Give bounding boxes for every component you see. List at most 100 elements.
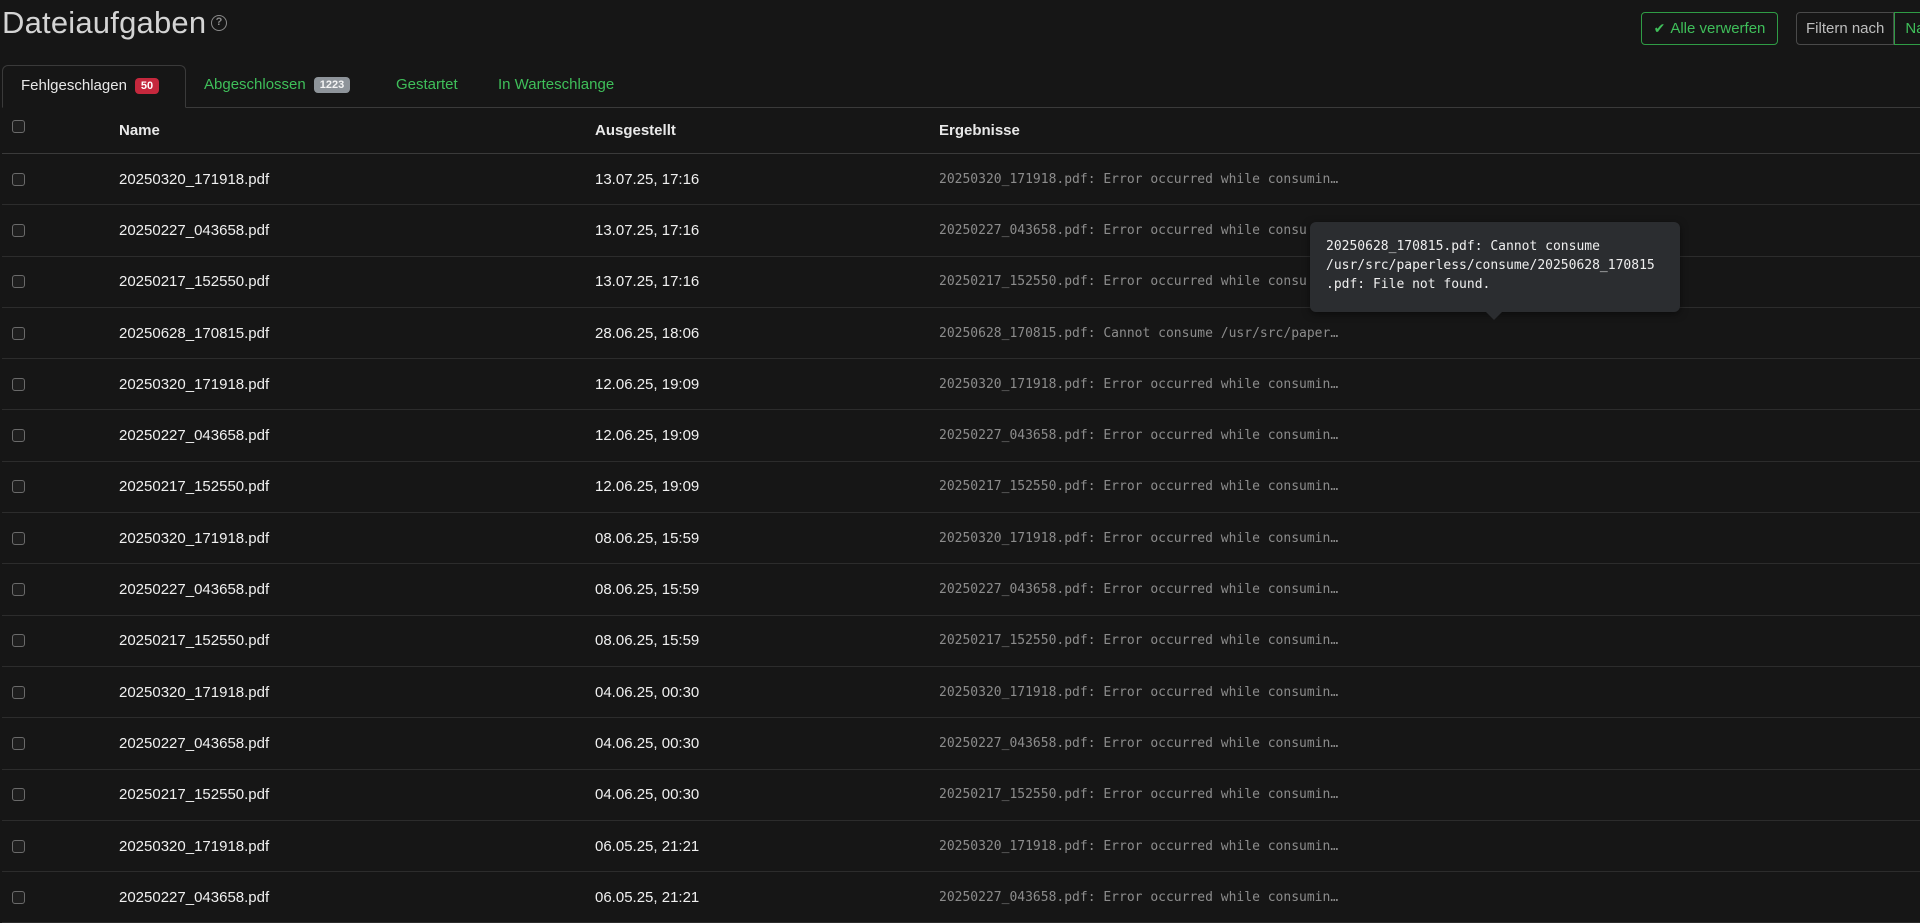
file-name: 20250217_152550.pdf: [119, 632, 270, 650]
filter-field-button[interactable]: Na: [1894, 12, 1920, 45]
file-name: 20250227_043658.pdf: [119, 734, 270, 752]
tab-queued[interactable]: In Warteschlange: [498, 65, 614, 107]
result-text[interactable]: 20250217_152550.pdf: Error occurred whil…: [939, 770, 1359, 820]
filter-group: Filtern nach Na: [1796, 12, 1920, 45]
result-text[interactable]: 20250320_171918.pdf: Error occurred whil…: [939, 821, 1359, 871]
table-row[interactable]: 20250227_043658.pdf 06.05.25, 21:21 202502…: [2, 872, 1920, 923]
row-select-cell: [12, 154, 42, 204]
row-select-cell: [12, 564, 42, 614]
tab-label: Abgeschlossen: [204, 76, 306, 93]
column-header-name[interactable]: Name: [119, 108, 579, 153]
result-text[interactable]: 20250320_171918.pdf: Error occurred whil…: [939, 154, 1359, 204]
discard-all-button[interactable]: ✔ Alle verwerfen: [1641, 12, 1778, 45]
table-row[interactable]: 20250320_171918.pdf 12.06.25, 19:09 202503…: [2, 359, 1920, 411]
row-select-cell: [12, 667, 42, 717]
result-text[interactable]: 20250320_171918.pdf: Error occurred whil…: [939, 513, 1359, 563]
file-name: 20250320_171918.pdf: [119, 529, 270, 547]
row-checkbox[interactable]: [12, 326, 25, 340]
result-text[interactable]: 20250227_043658.pdf: Error occurred whil…: [939, 205, 1359, 255]
table-row[interactable]: 20250320_171918.pdf 08.06.25, 15:59 202503…: [2, 513, 1920, 565]
row-checkbox[interactable]: [12, 275, 25, 289]
row-select-cell: [12, 359, 42, 409]
file-name: 20250227_043658.pdf: [119, 888, 270, 906]
tab-failed[interactable]: Fehlgeschlagen 50: [2, 65, 186, 108]
tab-bar: Fehlgeschlagen 50 Abgeschlossen 1223 Gesta…: [2, 65, 1920, 108]
issued-date: 13.07.25, 17:16: [595, 273, 700, 291]
discard-all-label: Alle verwerfen: [1670, 20, 1766, 37]
row-checkbox[interactable]: [12, 223, 25, 237]
result-text[interactable]: 20250217_152550.pdf: Error occurred whil…: [939, 257, 1359, 307]
row-checkbox[interactable]: [12, 890, 25, 904]
file-name: 20250628_170815.pdf: [119, 324, 270, 342]
row-select-cell: [12, 308, 42, 358]
row-checkbox[interactable]: [12, 429, 25, 443]
result-text[interactable]: 20250320_171918.pdf: Error occurred whil…: [939, 359, 1359, 409]
issued-date: 04.06.25, 00:30: [595, 786, 700, 804]
row-select-cell: [12, 205, 42, 255]
issued-date: 08.06.25, 15:59: [595, 581, 700, 599]
result-tooltip: 20250628_170815.pdf: Cannot consume /usr…: [1310, 222, 1680, 312]
row-checkbox[interactable]: [12, 583, 25, 597]
row-checkbox[interactable]: [12, 531, 25, 545]
result-text[interactable]: 20250217_152550.pdf: Error occurred whil…: [939, 616, 1359, 666]
result-text[interactable]: 20250628_170815.pdf: Cannot consume /usr…: [939, 308, 1359, 358]
double-check-icon: ✔: [1653, 20, 1666, 36]
table-row[interactable]: 20250217_152550.pdf 12.06.25, 19:09 202502…: [2, 462, 1920, 514]
tooltip-arrow: [1486, 312, 1502, 320]
file-name: 20250227_043658.pdf: [119, 221, 270, 239]
table-row[interactable]: 20250227_043658.pdf 08.06.25, 15:59 202502…: [2, 564, 1920, 616]
question-circle-icon[interactable]: ?: [211, 15, 227, 31]
row-select-cell: [12, 462, 42, 512]
row-checkbox[interactable]: [12, 736, 25, 750]
tab-label: Fehlgeschlagen: [21, 77, 127, 94]
issued-date: 06.05.25, 21:21: [595, 888, 700, 906]
issued-date: 08.06.25, 15:59: [595, 632, 700, 650]
page: Dateiaufgaben ? ✔ Alle verwerfen Filtern …: [0, 0, 1920, 923]
select-all-cell: [12, 108, 42, 153]
file-name: 20250227_043658.pdf: [119, 581, 270, 599]
issued-date: 12.06.25, 19:09: [595, 427, 700, 445]
result-text[interactable]: 20250227_043658.pdf: Error occurred whil…: [939, 718, 1359, 768]
row-checkbox[interactable]: [12, 172, 25, 186]
row-checkbox[interactable]: [12, 480, 25, 494]
table-row[interactable]: 20250320_171918.pdf 04.06.25, 00:30 202503…: [2, 667, 1920, 719]
row-select-cell: [12, 718, 42, 768]
result-text[interactable]: 20250320_171918.pdf: Error occurred whil…: [939, 667, 1359, 717]
table-row[interactable]: 20250217_152550.pdf 08.06.25, 15:59 202502…: [2, 616, 1920, 667]
row-checkbox[interactable]: [12, 788, 25, 802]
row-checkbox[interactable]: [12, 685, 25, 699]
row-checkbox[interactable]: [12, 634, 25, 648]
result-text[interactable]: 20250227_043658.pdf: Error occurred whil…: [939, 872, 1359, 922]
row-select-cell: [12, 410, 42, 460]
row-checkbox[interactable]: [12, 839, 25, 853]
file-name: 20250320_171918.pdf: [119, 170, 270, 188]
result-text[interactable]: 20250217_152550.pdf: Error occurred whil…: [939, 462, 1359, 512]
row-select-cell: [12, 513, 42, 563]
tab-completed[interactable]: Abgeschlossen 1223: [204, 65, 351, 107]
tab-started[interactable]: Gestartet: [396, 65, 458, 107]
column-header-issued[interactable]: Ausgestellt: [595, 108, 915, 153]
row-select-cell: [12, 616, 42, 666]
page-header: Dateiaufgaben ? ✔ Alle verwerfen Filtern …: [0, 0, 1920, 60]
table-row[interactable]: 20250320_171918.pdf 06.05.25, 21:21 202503…: [2, 821, 1920, 873]
row-select-cell: [12, 872, 42, 922]
table-row[interactable]: 20250217_152550.pdf 04.06.25, 00:30 202502…: [2, 770, 1920, 821]
table-header-row: Name Ausgestellt Ergebnisse: [2, 108, 1920, 154]
table-row[interactable]: 20250227_043658.pdf 12.06.25, 19:09 202502…: [2, 410, 1920, 462]
select-all-checkbox[interactable]: [12, 120, 25, 133]
table-row[interactable]: 20250227_043658.pdf 04.06.25, 00:30 202502…: [2, 718, 1920, 770]
column-header-results: Ergebnisse: [939, 122, 1020, 139]
issued-date: 12.06.25, 19:09: [595, 375, 700, 393]
table-row[interactable]: 20250320_171918.pdf 13.07.25, 17:16 202503…: [2, 154, 1920, 206]
row-select-cell: [12, 821, 42, 871]
row-checkbox[interactable]: [12, 377, 25, 391]
file-name: 20250320_171918.pdf: [119, 683, 270, 701]
result-text[interactable]: 20250227_043658.pdf: Error occurred whil…: [939, 564, 1359, 614]
issued-date: 08.06.25, 15:59: [595, 529, 700, 547]
issued-date: 06.05.25, 21:21: [595, 837, 700, 855]
result-text[interactable]: 20250227_043658.pdf: Error occurred whil…: [939, 410, 1359, 460]
filter-label: Filtern nach: [1796, 12, 1895, 45]
issued-date: 12.06.25, 19:09: [595, 478, 700, 496]
table-row[interactable]: 20250628_170815.pdf 28.06.25, 18:06 202506…: [2, 308, 1920, 360]
file-name: 20250320_171918.pdf: [119, 375, 270, 393]
